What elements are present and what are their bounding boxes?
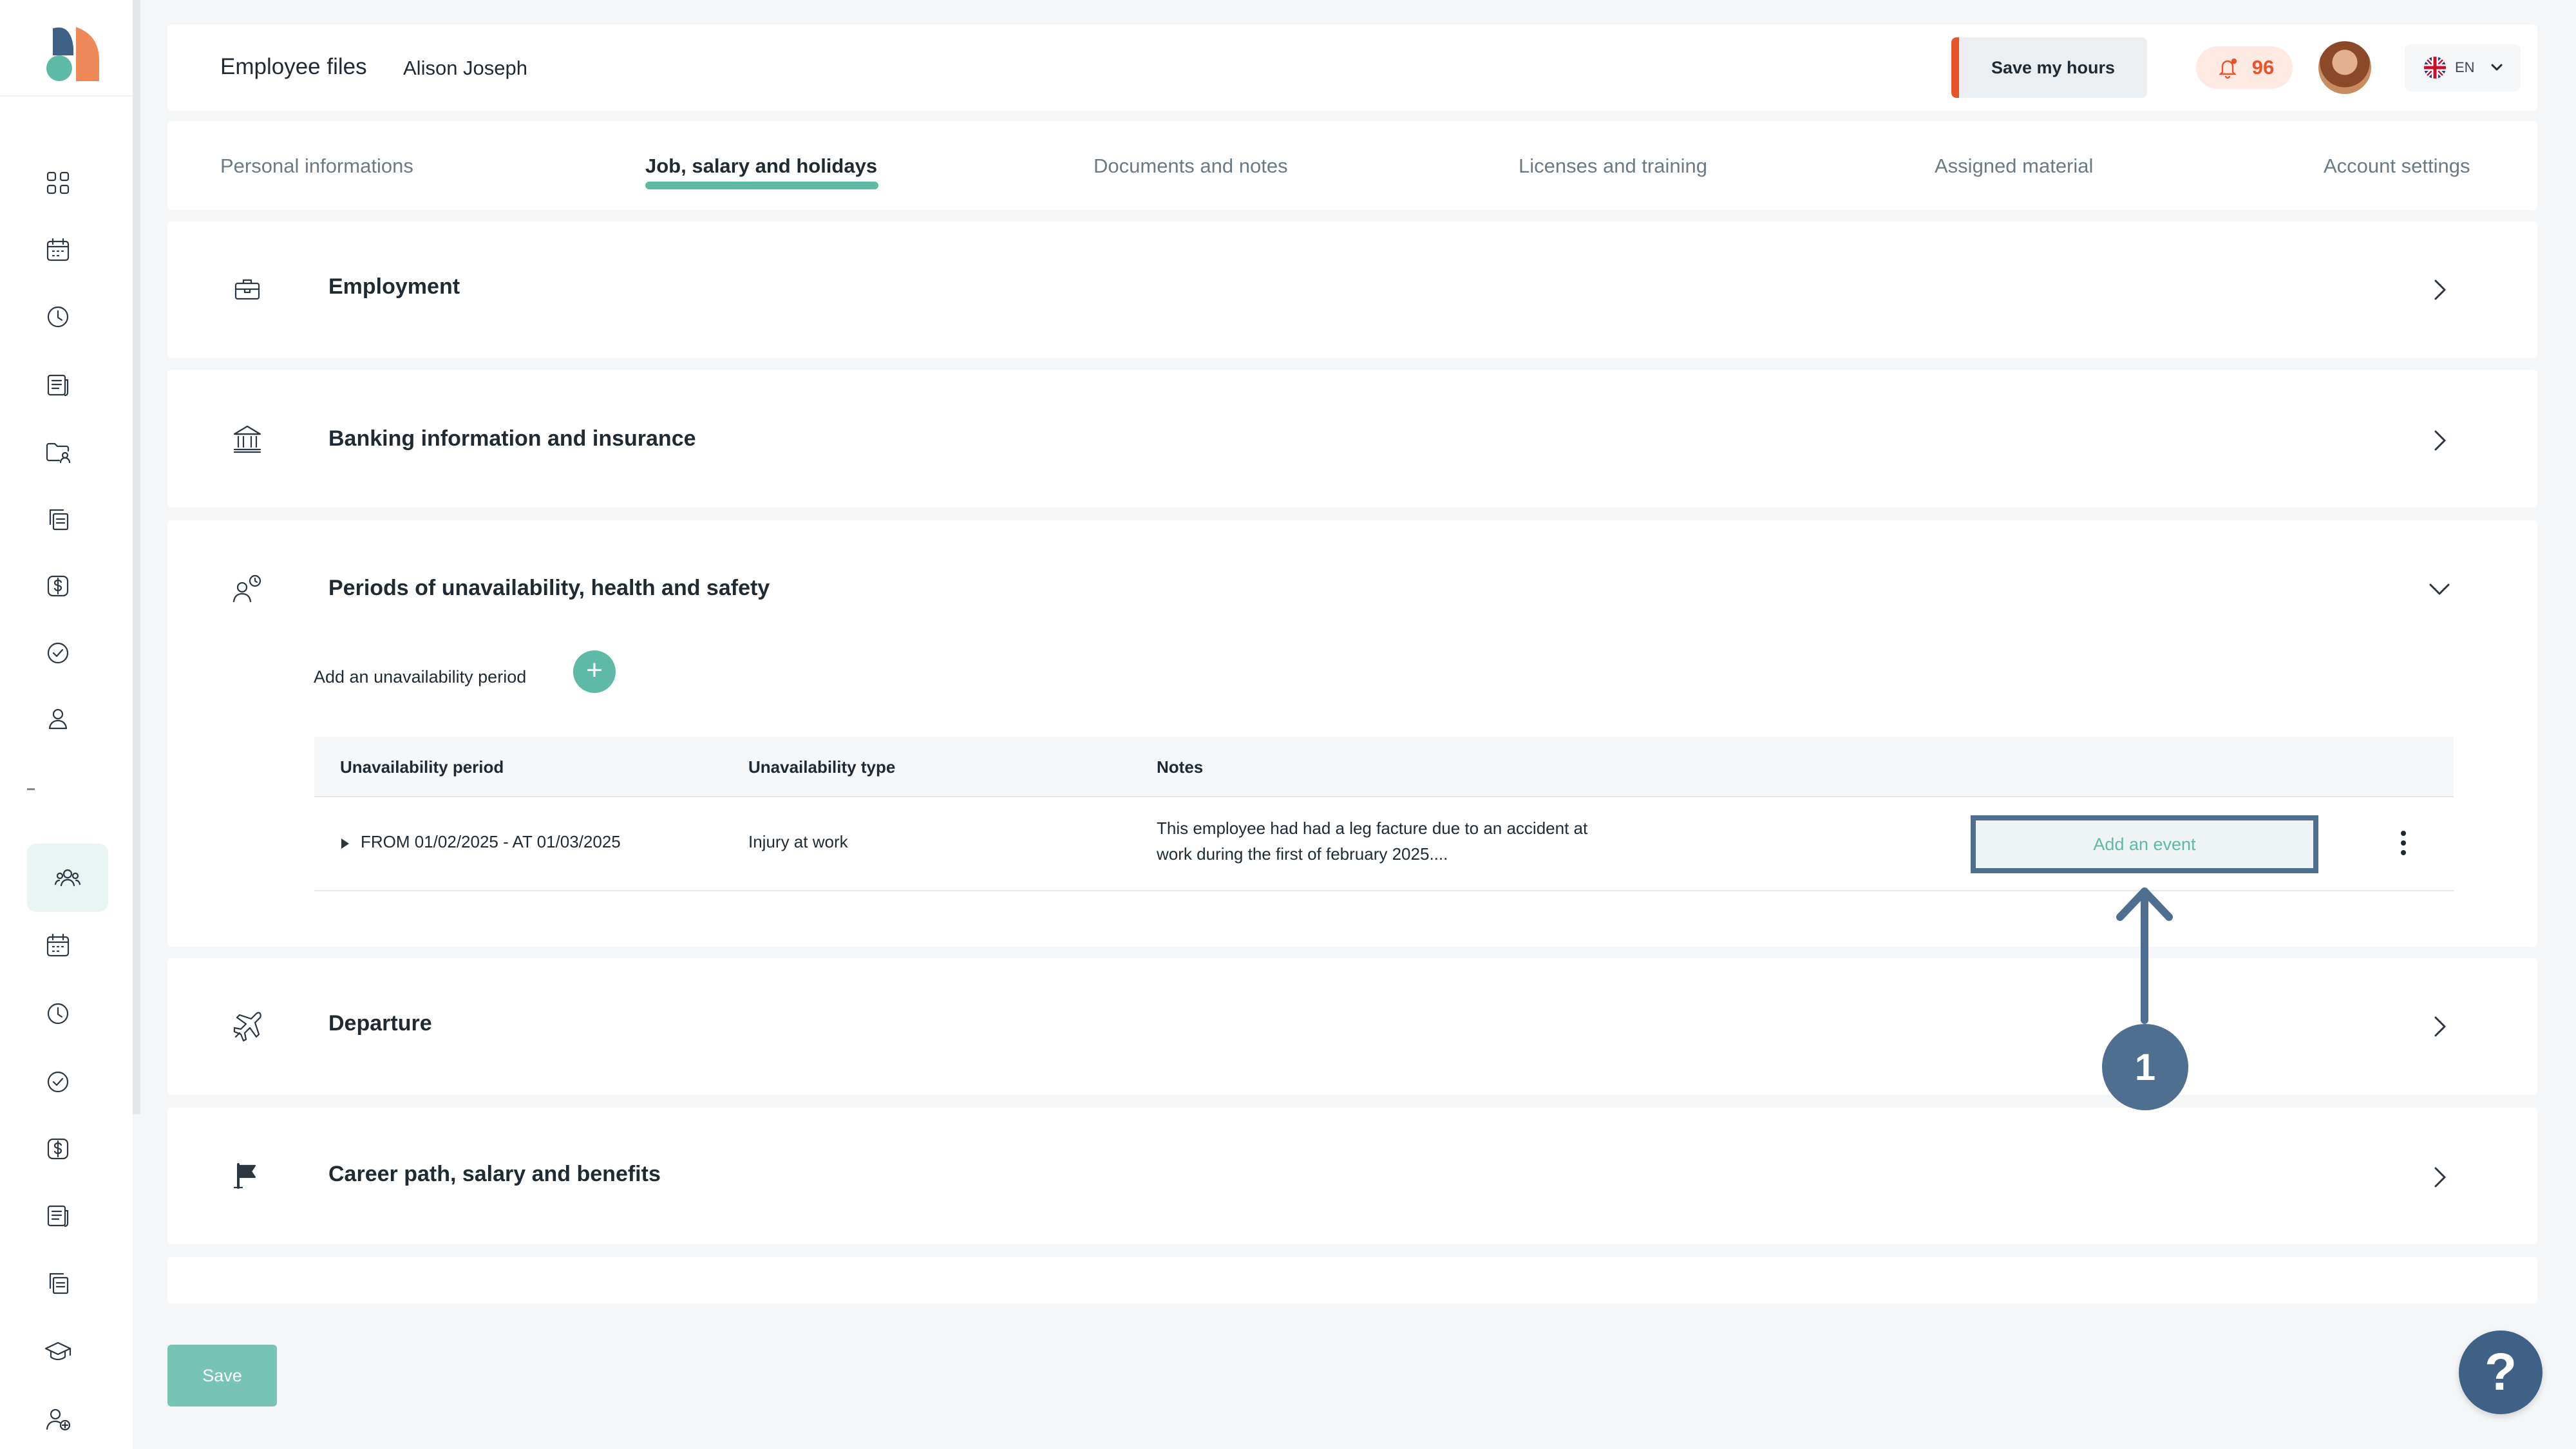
- check-circle-icon[interactable]: [37, 1061, 79, 1103]
- employees-icon[interactable]: [27, 844, 108, 912]
- check-circle-icon[interactable]: [37, 632, 79, 674]
- user-icon[interactable]: [37, 698, 79, 739]
- bell-icon: [2218, 58, 2237, 79]
- briefcase-icon: [229, 272, 265, 308]
- chevron-right-icon[interactable]: [2421, 422, 2458, 459]
- help-button[interactable]: ?: [2459, 1331, 2543, 1414]
- notifications-badge[interactable]: 96: [2196, 46, 2293, 89]
- period-cell: FROM 01/02/2025 - AT 01/03/2025: [361, 832, 621, 851]
- section-title: Periods of unavailability, health and sa…: [328, 576, 770, 600]
- section-title: Departure: [328, 1011, 432, 1036]
- graduation-cap-icon[interactable]: [37, 1331, 79, 1372]
- language-label: EN: [2455, 59, 2475, 75]
- language-select[interactable]: EN: [2405, 44, 2521, 91]
- uk-flag-icon: [2424, 57, 2446, 79]
- tab-licenses-training[interactable]: Licenses and training: [1519, 155, 1707, 178]
- dashboard-grid-icon[interactable]: [37, 162, 79, 204]
- notes-cell: This employee had had a leg facture due …: [1157, 819, 1588, 864]
- flag-icon: [229, 1158, 265, 1194]
- tab-bar: Personal informations Job, salary and ho…: [167, 121, 2537, 210]
- calendar-icon[interactable]: [37, 229, 79, 270]
- section-title: Banking information and insurance: [328, 426, 696, 451]
- annotation-marker: 1: [2102, 1024, 2188, 1110]
- more-options-icon[interactable]: [2400, 831, 2407, 857]
- document-list-icon[interactable]: [37, 365, 79, 406]
- avatar[interactable]: [2318, 41, 2371, 94]
- folder-user-icon[interactable]: [37, 431, 79, 473]
- add-unavailability-label: Add an unavailability period: [314, 667, 527, 687]
- dollar-icon[interactable]: [37, 565, 79, 607]
- column-header-period: Unavailability period: [340, 757, 504, 777]
- chevron-right-icon[interactable]: [2421, 272, 2458, 308]
- calendar-icon[interactable]: [37, 925, 79, 966]
- chevron-right-icon[interactable]: [2421, 1159, 2458, 1195]
- clock-icon[interactable]: [37, 296, 79, 337]
- section-title: Employment: [328, 274, 460, 299]
- career-section[interactable]: Career path, salary and benefits: [167, 1108, 2537, 1244]
- tab-assigned-material[interactable]: Assigned material: [1935, 155, 2093, 178]
- save-button[interactable]: Save: [167, 1345, 277, 1406]
- dollar-icon[interactable]: [37, 1128, 79, 1170]
- banking-section[interactable]: Banking information and insurance: [167, 370, 2537, 507]
- tab-job-salary-holidays[interactable]: Job, salary and holidays: [645, 155, 877, 178]
- chevron-down-icon[interactable]: [2421, 571, 2458, 607]
- copy-documents-icon[interactable]: [37, 1262, 79, 1303]
- sidebar: [0, 0, 133, 1449]
- app-logo[interactable]: [40, 22, 102, 84]
- table-header: Unavailability period Unavailability typ…: [314, 737, 2454, 796]
- user-add-icon[interactable]: [37, 1399, 79, 1440]
- column-header-type: Unavailability type: [748, 757, 896, 777]
- top-bar: Employee files Alison Joseph Save my hou…: [167, 24, 2537, 111]
- bank-icon: [229, 421, 265, 457]
- employment-section[interactable]: Employment: [167, 222, 2537, 358]
- active-tab-indicator: [645, 182, 878, 189]
- document-list-icon[interactable]: [37, 1195, 79, 1236]
- person-clock-icon: [229, 572, 265, 608]
- plane-icon: [229, 1007, 265, 1043]
- sidebar-scrollbar[interactable]: [133, 0, 140, 1114]
- chevron-down-icon: [2491, 64, 2503, 71]
- column-header-notes: Notes: [1157, 757, 1204, 777]
- expand-row-icon[interactable]: [341, 838, 349, 849]
- tab-account-settings[interactable]: Account settings: [2324, 155, 2470, 178]
- page-title: Employee files: [220, 54, 367, 79]
- tab-documents-notes[interactable]: Documents and notes: [1094, 155, 1288, 178]
- clock-icon[interactable]: [37, 993, 79, 1034]
- add-unavailability-button[interactable]: +: [573, 650, 616, 693]
- employee-name: Alison Joseph: [403, 57, 528, 79]
- section-title: Career path, salary and benefits: [328, 1162, 661, 1186]
- nav-divider: [27, 788, 35, 790]
- tab-personal-informations[interactable]: Personal informations: [220, 155, 413, 178]
- next-section-partial: [167, 1257, 2537, 1303]
- logo-divider: [0, 95, 133, 97]
- add-event-button[interactable]: Add an event: [1971, 815, 2318, 873]
- table-row[interactable]: FROM 01/02/2025 - AT 01/03/2025 Injury a…: [314, 796, 2454, 891]
- copy-documents-icon[interactable]: [37, 498, 79, 540]
- annotation-arrow: [2116, 887, 2173, 1024]
- chevron-right-icon[interactable]: [2421, 1009, 2458, 1045]
- type-cell: Injury at work: [748, 832, 848, 851]
- save-my-hours-button[interactable]: Save my hours: [1951, 37, 2147, 98]
- notification-count: 96: [2251, 56, 2275, 79]
